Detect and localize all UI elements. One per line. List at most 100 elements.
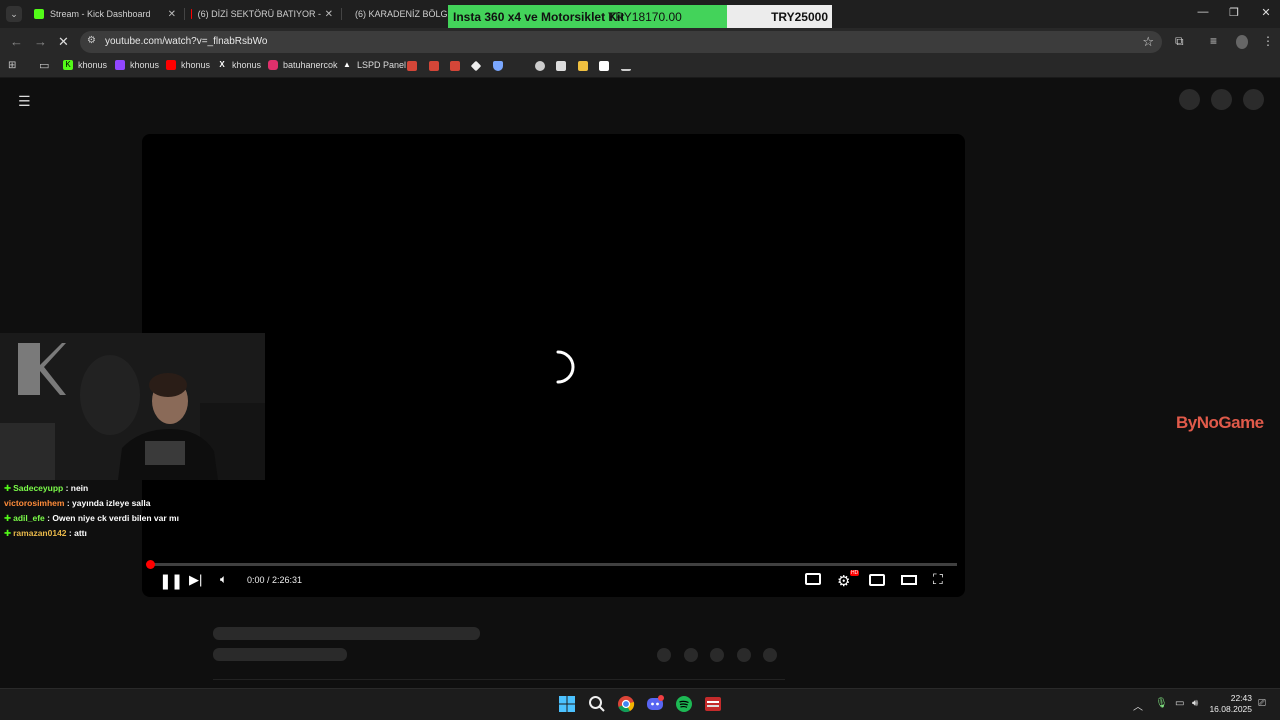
gmail-icon[interactable]	[429, 61, 439, 71]
chat-username: victorosimhem	[4, 498, 65, 508]
chat-text: nein	[70, 483, 89, 493]
youtube-icon	[191, 9, 192, 19]
scrubber-handle[interactable]	[146, 560, 155, 569]
action-skeleton	[710, 648, 724, 662]
shield-icon[interactable]	[493, 61, 503, 71]
twitch-icon	[115, 60, 125, 70]
close-icon[interactable]: ✕	[168, 9, 176, 20]
address-bar[interactable]: ⚙ youtube.com/watch?v=_flnabRsbWo ☆	[80, 31, 1162, 53]
bookmark-twitch-khonus[interactable]: khonus	[115, 60, 159, 70]
search-icon[interactable]	[588, 695, 606, 713]
extensions-icon[interactable]: ⧉	[1175, 34, 1184, 49]
chat-message: ✚ adil_efe : Owen niye ck verdi bilen var…	[4, 511, 264, 526]
tab-title: (6) KARADENİZ BÖLGES	[355, 9, 449, 19]
webcam-feed	[0, 333, 265, 480]
account-avatar[interactable]	[1243, 89, 1264, 110]
bookmarks-bar: ⊞ ▭ K khonus khonus khonus X khonus batu…	[0, 56, 1280, 78]
windows-start-icon[interactable]	[558, 695, 576, 713]
theater-mode-button[interactable]	[901, 575, 917, 585]
bookmark-label: khonus	[232, 60, 262, 70]
kick-badge-icon: ✚	[4, 483, 12, 493]
bookmark-x-khonus[interactable]: X khonus	[217, 60, 261, 70]
tab-dizi-sektoru[interactable]: (6) DİZİ SEKTÖRÜ BATIYOR - (H ✕	[191, 3, 333, 25]
youtube-icon	[166, 60, 176, 70]
donation-goal-title: Insta 360 x4 ve Motorsiklet Kit	[453, 10, 625, 24]
action-skeleton	[657, 648, 671, 662]
gmail-icon[interactable]	[407, 61, 417, 71]
bookmark-label: batuhanercok	[283, 60, 338, 70]
donation-goal-amount: TRY25000	[771, 10, 828, 24]
dash-icon[interactable]	[621, 61, 631, 71]
menu-kebab-icon[interactable]: ⋮	[1262, 34, 1274, 48]
bookmark-lspd-panel[interactable]: ▲ LSPD Panel	[342, 60, 406, 70]
tray-overflow-icon[interactable]: ︿	[1133, 698, 1143, 713]
spotify-icon[interactable]	[675, 695, 693, 713]
chat-text: Owen niye ck verdi bilen var mı	[52, 513, 179, 523]
bookmark-instagram-batuhanercok[interactable]: batuhanercok	[268, 60, 338, 70]
bookmark-label: LSPD Panel	[357, 60, 407, 70]
divider-skeleton	[213, 679, 785, 680]
volume-icon[interactable]: 🔈︎	[220, 572, 227, 587]
title-skeleton	[213, 627, 480, 640]
video-player[interactable]: ❚❚ ▶| 🔈︎ 0:00 / 2:26:31 ⚙ HD ⛶	[142, 134, 965, 597]
settings-gear-icon[interactable]: ⚙	[837, 572, 850, 590]
profile-avatar[interactable]	[1236, 35, 1248, 49]
network-icon[interactable]: ▭	[1175, 698, 1184, 709]
hd-badge: HD	[850, 570, 860, 576]
progress-bar[interactable]	[150, 563, 957, 566]
pause-button[interactable]: ❚❚	[159, 572, 183, 590]
streamer-app-icon[interactable]	[704, 695, 722, 713]
bookmark-star-icon[interactable]: ☆	[1142, 34, 1154, 50]
notifications-icon[interactable]: ⎚	[1258, 698, 1266, 709]
subtitles-button[interactable]	[805, 573, 821, 585]
close-icon[interactable]: ✕	[321, 8, 333, 20]
action-skeleton	[763, 648, 777, 662]
bookmark-youtube-khonus[interactable]: khonus	[166, 60, 210, 70]
discord-icon[interactable]	[646, 695, 664, 713]
site-info-icon[interactable]: ⚙	[87, 35, 96, 46]
kick-icon: K	[63, 60, 73, 70]
x-icon: X	[219, 60, 225, 69]
browser-toolbar: ← → ✕ ⚙ youtube.com/watch?v=_flnabRsbWo …	[0, 28, 1280, 56]
restore-button[interactable]: ❐	[1224, 6, 1244, 19]
action-skeleton	[684, 648, 698, 662]
globe-icon[interactable]	[535, 61, 545, 71]
chrome-icon[interactable]	[617, 695, 635, 713]
tab-separator	[184, 8, 185, 20]
stop-loading-button[interactable]: ✕	[58, 34, 69, 50]
windows-taskbar: ︿ 🎙︎ ▭ 🔊︎ 22:43 16.08.2025 ⎚	[0, 688, 1280, 720]
crown-icon[interactable]	[578, 61, 588, 71]
tab-karadeniz[interactable]: (6) KARADENİZ BÖLGES	[349, 3, 449, 25]
action-skeleton	[737, 648, 751, 662]
donation-current-amount: TRY18170.00	[608, 10, 682, 24]
miniplayer-button[interactable]	[869, 574, 885, 586]
microphone-icon[interactable]: 🎙︎	[1155, 698, 1168, 709]
hamburger-menu-icon[interactable]: ☰	[18, 93, 31, 110]
calculator-icon[interactable]	[556, 61, 566, 71]
bynogame-logo: ByNoGame	[1176, 413, 1264, 433]
chat-username: Sadeceyupp	[13, 483, 64, 493]
tab-kick-dashboard[interactable]: Stream - Kick Dashboard ✕	[34, 3, 176, 25]
forward-button[interactable]: →	[34, 34, 47, 49]
next-button[interactable]: ▶|	[189, 572, 202, 588]
notifications-button[interactable]	[1211, 89, 1232, 110]
bookmark-kick-khonus[interactable]: K khonus	[63, 60, 107, 70]
close-window-button[interactable]: ✕	[1256, 6, 1276, 19]
time-display: 0:00 / 2:26:31	[247, 575, 303, 585]
folder-icon[interactable]: ▭	[39, 59, 49, 72]
sponsor-name: ByNoGame	[1176, 413, 1264, 432]
minimize-button[interactable]: —	[1193, 6, 1213, 18]
chat-message: victorosimhem : yayında izleye salla	[4, 498, 151, 508]
volume-tray-icon[interactable]: 🔊︎	[1192, 698, 1198, 709]
bookmark-label: khonus	[78, 60, 108, 70]
create-button[interactable]	[1179, 89, 1200, 110]
tab-search-button[interactable]: ⌄	[6, 6, 22, 22]
font-icon[interactable]	[599, 61, 609, 71]
media-controls-icon[interactable]: ≡	[1210, 34, 1217, 48]
apps-grid-icon[interactable]: ⊞	[8, 60, 16, 71]
system-clock[interactable]: 22:43 16.08.2025	[1209, 693, 1252, 715]
fullscreen-button[interactable]: ⛶	[933, 571, 943, 588]
back-button[interactable]: ←	[10, 34, 23, 49]
gmail-icon[interactable]	[450, 61, 460, 71]
chat-username: ramazan0142	[13, 528, 67, 538]
